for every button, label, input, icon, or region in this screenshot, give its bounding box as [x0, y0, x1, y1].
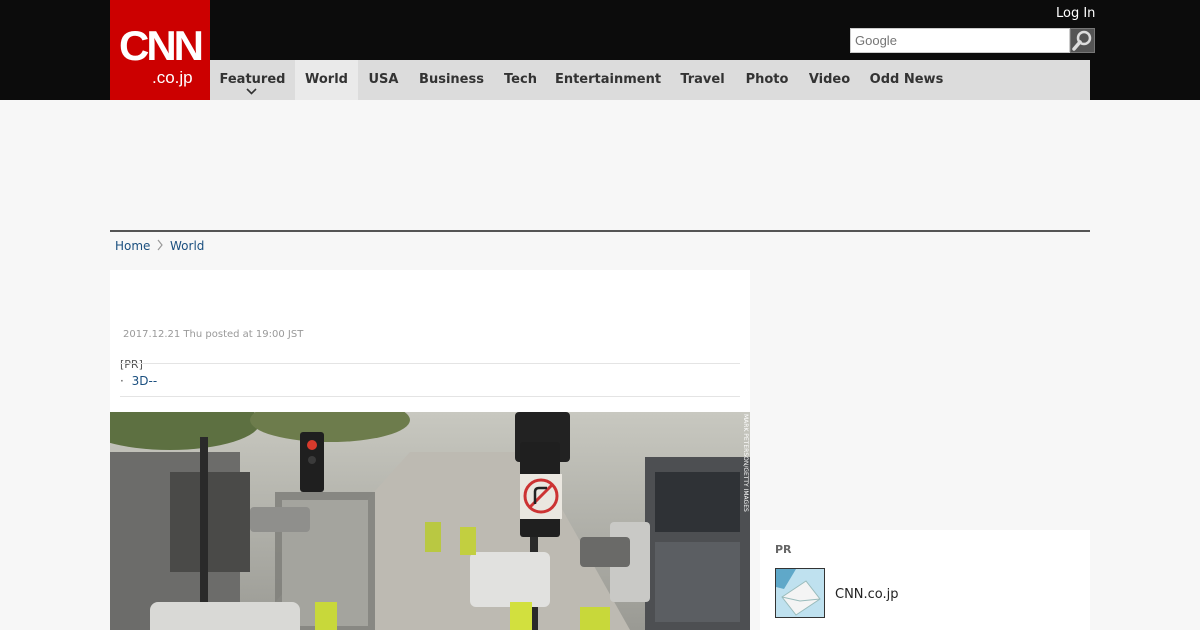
nav-item-label: USA	[368, 72, 399, 87]
main-nav: Featured World USA Business Tech Enterta…	[210, 60, 1090, 100]
pr-thumbnail[interactable]	[775, 568, 825, 618]
section-divider	[110, 230, 1090, 232]
nav-item-label: Entertainment	[554, 72, 662, 87]
login-link[interactable]: Log In	[1056, 5, 1095, 23]
top-header: CNN .co.jp Log In Featured World USA Bus…	[0, 0, 1200, 100]
nav-item-business[interactable]: Business	[409, 60, 494, 100]
nav-item-label: Photo	[745, 72, 789, 87]
article-photo: MARK PETERSON/GETTY IMAGES	[110, 412, 750, 630]
cnn-logo[interactable]: CNN .co.jp	[110, 0, 210, 100]
nav-item-label: World	[305, 72, 348, 87]
nav-item-label: Business	[419, 72, 484, 87]
nav-item-world[interactable]: World	[295, 60, 358, 100]
nav-item-photo[interactable]: Photo	[736, 60, 798, 100]
nav-item-label: Tech	[504, 72, 537, 87]
breadcrumb-world[interactable]: World	[170, 238, 204, 254]
nav-item-travel[interactable]: Travel	[669, 60, 736, 100]
nav-item-featured[interactable]: Featured	[210, 60, 295, 100]
magnifier-icon	[1072, 30, 1092, 51]
pr-link-text: 3D--	[131, 374, 158, 388]
search-button[interactable]	[1070, 28, 1095, 53]
search-input[interactable]	[850, 28, 1070, 53]
bullet-icon: ·	[120, 374, 124, 388]
mail-thumbnail-icon	[776, 569, 824, 617]
logo-sub-text: .co.jp	[152, 68, 193, 87]
pr-item-text[interactable]: CNN.co.jp	[835, 587, 899, 602]
nav-item-video[interactable]: Video	[798, 60, 861, 100]
nav-item-usa[interactable]: USA	[358, 60, 409, 100]
street-scene-image	[110, 412, 750, 630]
chevron-right-icon	[157, 239, 163, 251]
sidebar-pr-box: PR CNN.co.jp	[760, 530, 1090, 630]
nav-item-entertainment[interactable]: Entertainment	[547, 60, 669, 100]
article-header-card: 2017.12.21 Thu posted at 19:00 JST [PR] …	[110, 270, 750, 412]
nav-item-label: Featured	[219, 72, 286, 87]
breadcrumb-home[interactable]: Home	[115, 238, 150, 254]
article-timestamp: 2017.12.21 Thu posted at 19:00 JST	[123, 329, 304, 340]
logo-main-text: CNN	[119, 22, 204, 69]
pr-label: [PR]	[120, 358, 143, 371]
pr-link[interactable]: · 3D--	[120, 374, 157, 388]
nav-item-label: Video	[808, 72, 851, 87]
nav-item-label: Travel	[680, 72, 725, 87]
pr-divider-bottom	[120, 396, 740, 397]
nav-item-odd-news[interactable]: Odd News	[861, 60, 952, 100]
chevron-down-icon	[246, 88, 257, 95]
nav-item-label: Odd News	[869, 72, 944, 87]
sidebar-pr-title: PR	[775, 543, 792, 556]
pr-divider-top	[120, 363, 740, 364]
nav-item-tech[interactable]: Tech	[494, 60, 547, 100]
photo-credit: MARK PETERSON/GETTY IMAGES	[742, 414, 749, 512]
